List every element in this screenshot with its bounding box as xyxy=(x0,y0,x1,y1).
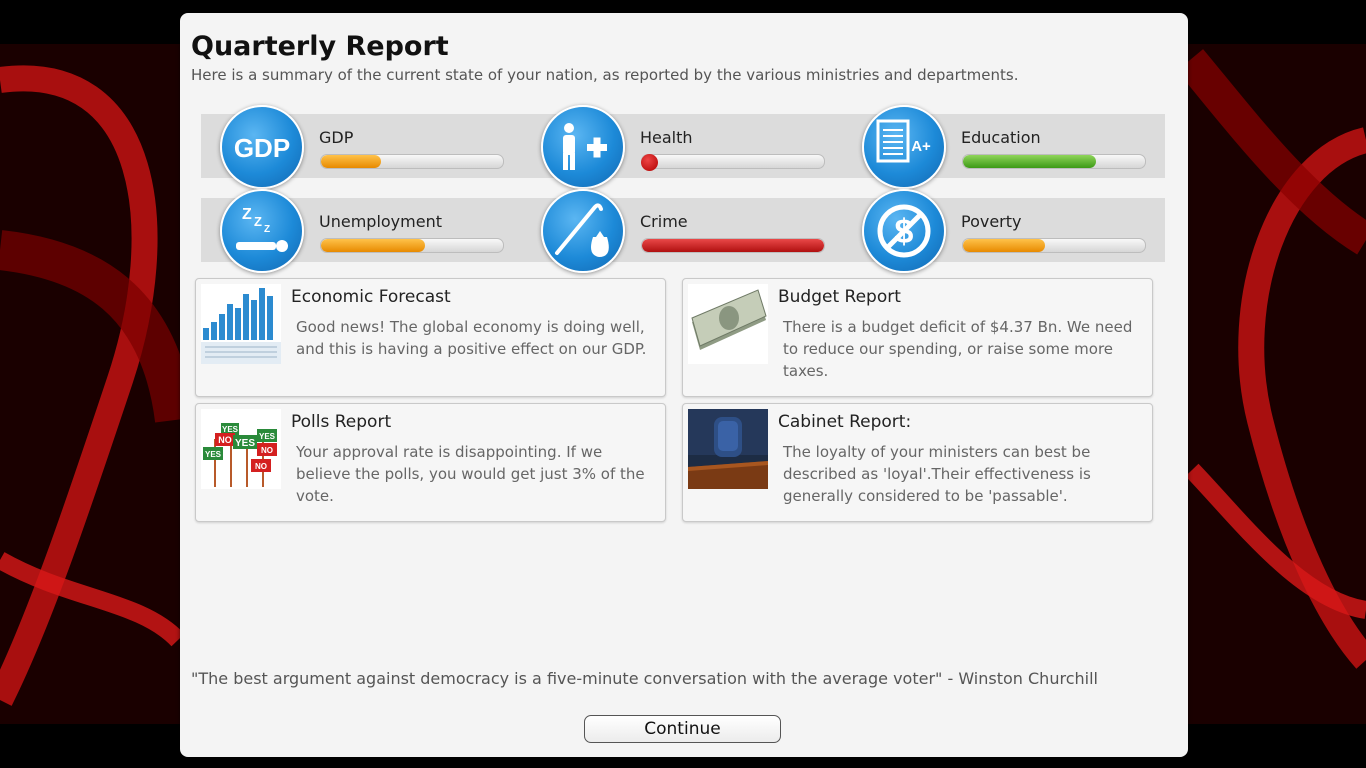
no-dollar-icon: $ xyxy=(862,189,946,273)
stats-row-2: Z Z Z Unemployment Crime $ Poverty xyxy=(201,189,1165,273)
cabinet-chair-thumbnail xyxy=(688,409,768,489)
stat-label: Unemployment xyxy=(319,212,442,231)
card-body: Good news! The global economy is doing w… xyxy=(296,318,647,358)
education-icon: A+ xyxy=(862,105,946,189)
gdp-level-fill xyxy=(321,155,382,168)
gdp-level-bar xyxy=(320,154,504,169)
svg-text:Z: Z xyxy=(242,206,252,223)
stats-row-1: GDP GDP Health A+ Education xyxy=(201,105,1165,189)
stat-unemployment: Z Z Z Unemployment xyxy=(201,189,522,273)
svg-text:A+: A+ xyxy=(911,138,931,155)
page-title: Quarterly Report xyxy=(191,31,449,62)
unemployment-level-bar xyxy=(320,238,504,253)
svg-text:NO: NO xyxy=(261,446,273,455)
stat-education: A+ Education xyxy=(843,105,1164,189)
poverty-level-bar xyxy=(962,238,1146,253)
health-icon xyxy=(541,105,625,189)
svg-text:YES: YES xyxy=(235,438,255,449)
cabinet-report-card[interactable]: Cabinet Report: The loyalty of your mini… xyxy=(682,403,1153,522)
poll-signs-thumbnail: YES NO YES YES NO YES NO xyxy=(201,409,281,489)
gdp-icon: GDP xyxy=(220,105,304,189)
economic-forecast-card[interactable]: Economic Forecast Good news! The global … xyxy=(195,278,666,397)
svg-text:YES: YES xyxy=(222,425,239,434)
polls-report-card[interactable]: YES NO YES YES NO YES NO Polls Report Yo… xyxy=(195,403,666,522)
stat-label: Poverty xyxy=(961,212,1022,231)
svg-text:NO: NO xyxy=(255,462,267,471)
sleeping-person-icon: Z Z Z xyxy=(220,189,304,273)
svg-text:Z: Z xyxy=(264,224,270,235)
stat-health: Health xyxy=(522,105,843,189)
crime-level-fill xyxy=(642,239,824,252)
svg-text:Z: Z xyxy=(254,214,262,229)
svg-text:NO: NO xyxy=(218,435,232,445)
stat-poverty: $ Poverty xyxy=(843,189,1164,273)
money-stack-thumbnail xyxy=(688,284,768,364)
continue-button[interactable]: Continue xyxy=(584,715,781,743)
stat-crime: Crime xyxy=(522,189,843,273)
card-title: Cabinet Report: xyxy=(778,412,912,432)
stat-label: GDP xyxy=(319,128,354,147)
svg-text:GDP: GDP xyxy=(234,133,290,163)
health-level-bar xyxy=(641,154,825,169)
crime-level-bar xyxy=(641,238,825,253)
stat-label: Education xyxy=(961,128,1041,147)
health-level-marker xyxy=(641,154,658,171)
poverty-level-fill xyxy=(963,239,1045,252)
budget-report-card[interactable]: Budget Report There is a budget deficit … xyxy=(682,278,1153,397)
card-title: Budget Report xyxy=(778,287,901,307)
card-body: Your approval rate is disappointing. If … xyxy=(296,443,645,505)
education-level-bar xyxy=(962,154,1146,169)
card-body: There is a budget deficit of $4.37 Bn. W… xyxy=(783,318,1133,380)
stat-label: Health xyxy=(640,128,693,147)
unemployment-level-fill xyxy=(321,239,425,252)
svg-text:YES: YES xyxy=(259,432,276,441)
svg-text:YES: YES xyxy=(205,450,222,459)
card-body: The loyalty of your ministers can best b… xyxy=(783,443,1091,505)
stat-gdp: GDP GDP xyxy=(201,105,522,189)
bar-chart-thumbnail xyxy=(201,284,281,364)
quote: "The best argument against democracy is … xyxy=(191,669,1098,688)
card-title: Economic Forecast xyxy=(291,287,451,307)
crowbar-bag-icon xyxy=(541,189,625,273)
stat-label: Crime xyxy=(640,212,688,231)
quarterly-report-dialog: Quarterly Report Here is a summary of th… xyxy=(180,13,1188,757)
card-title: Polls Report xyxy=(291,412,392,432)
svg-text:$: $ xyxy=(895,213,914,251)
page-subtitle: Here is a summary of the current state o… xyxy=(191,66,1019,84)
education-level-fill xyxy=(963,155,1096,168)
